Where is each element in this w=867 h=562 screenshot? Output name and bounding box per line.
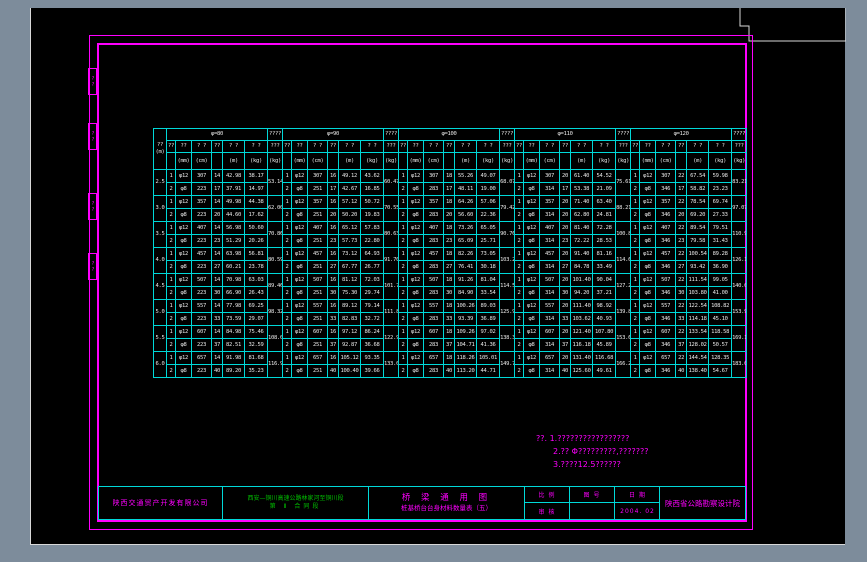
table-header-row: ????? ???? ?? ????????? ???? ?? ????????… xyxy=(154,140,748,153)
project-line1: 西安—铜川高速公路林家河至铜川段 xyxy=(247,495,344,502)
material-table-wrap: ?? (m) φ=80???? φ=90???? φ=100???? φ=110???? φ… xyxy=(153,128,748,378)
project-line2: 第 Ⅱ 合同段 xyxy=(269,503,322,510)
sheet-label: 图 号 xyxy=(570,487,615,503)
table-row: 5.0 1 φ12 557 14 77.98 69.25 98.32 1 φ12 557 16 89.1… xyxy=(153,299,748,326)
drawing-type: 桥 梁 通 用 图 xyxy=(401,493,492,503)
table-row: 4.5 1 φ12 507 14 70.98 63.03 89.46 1 φ12 507 16 81.1… xyxy=(153,273,748,300)
margin-tab: ?? xyxy=(88,123,97,150)
table-row: 5.51φ126071484.9875.46108.051φ126071697.… xyxy=(153,325,748,352)
note-line: ??. 1.????????????????? xyxy=(536,434,630,443)
table-row: 2 φ8 223 27 60.21 23.78 2 φ8 251 27 67.77 26.77 2 φ8 2… xyxy=(154,260,747,274)
table-row: 2 φ8 223 37 82.51 32.59 2 φ8 251 37 92.87 36.68 2 φ8 2… xyxy=(154,338,747,352)
table-row: 6.01φ126571491.9881.68116.911φ1265716105… xyxy=(153,351,748,378)
table-row: 2.5 1 φ12 307 14 42.98 38.17 53.14 1 φ12 307 16 49.1… xyxy=(153,169,748,196)
margin-tab: ?? xyxy=(88,68,97,95)
margin-tab: ?? xyxy=(88,253,97,280)
margin-tab: ?? xyxy=(88,193,97,220)
table-row: 3.0 1 φ12 357 14 49.98 44.38 62.00 1 φ12 357 16 57.1… xyxy=(153,195,748,222)
project-name: 西安—铜川高速公路林家河至铜川段 第 Ⅱ 合同段 xyxy=(223,487,369,519)
drawing-sheet-title: 桩基桥台台身材料数量表（五） xyxy=(401,504,492,512)
date-value: 2004. 02 xyxy=(620,507,655,515)
blank-field xyxy=(570,503,615,519)
title-fields: 比 例 图 号 日 期 审 核 2004. 02 xyxy=(525,487,660,519)
drawing-canvas[interactable]: ?? ?? ?? ?? ?? (m) φ=80???? φ=90???? φ=100??… xyxy=(30,8,846,545)
material-table: ?? (m) φ=80???? φ=90???? φ=100???? φ=110???? φ… xyxy=(153,128,748,378)
company-name: 陕西交通贸产开发有限公司 xyxy=(99,487,223,519)
institute-name: 陕西省公路勘察设计院 xyxy=(665,498,740,508)
date-label: 日 期 xyxy=(615,487,659,503)
table-row: 2 φ8 223 30 66.90 26.43 2 φ8 251 30 75.30 29.74 2 φ8 2… xyxy=(154,286,747,300)
cad-viewer-screen: ?? ?? ?? ?? ?? (m) φ=80???? φ=90???? φ=100??… xyxy=(0,0,867,562)
check-label: 审 核 xyxy=(525,503,570,519)
note-line: 2.?? Φ?????????,??????? xyxy=(553,447,649,456)
table-row: 2 φ8 223 17 37.91 14.97 2 φ8 251 17 42.67 16.85 2 φ8 2… xyxy=(154,182,747,196)
table-row: 2 φ8 223 20 44.60 17.62 2 φ8 251 20 50.20 19.83 2 φ8 2… xyxy=(154,208,747,222)
title-block: 陕西交通贸产开发有限公司 西安—铜川高速公路林家河至铜川段 第 Ⅱ 合同段 桥 … xyxy=(98,486,746,520)
table-row: 3.5 1 φ12 407 14 56.98 50.60 70.86 1 φ12 407 16 65.1… xyxy=(153,221,748,248)
table-row: 4.0 1 φ12 457 14 63.98 56.81 80.59 1 φ12 457 16 73.1… xyxy=(153,247,748,274)
table-header-row: ?? (m) φ=80???? φ=90???? φ=100???? φ=110???? φ… xyxy=(153,128,748,170)
table-row: 2 φ8 223 33 73.59 29.07 2 φ8 251 33 82.83 32.72 2 φ8 2… xyxy=(154,312,747,326)
table-row: 2 φ8 223 40 89.20 35.23 2 φ8 251 40 100.40 39.66 2 φ8… xyxy=(154,364,747,378)
scale-label: 比 例 xyxy=(525,487,570,503)
note-line: 3.????12.5?????? xyxy=(553,460,621,469)
table-row: 2 φ8 223 23 51.29 20.26 2 φ8 251 23 57.73 22.80 2 φ8 2… xyxy=(154,234,747,248)
drawing-notes: ??. 1.????????????????? 2.?? Φ?????????,… xyxy=(536,432,648,471)
drawing-title: 桥 梁 通 用 图 桩基桥台台身材料数量表（五） xyxy=(369,487,525,519)
table-header-row: (mm) (cm) (m) (kg) (kg) (mm) (cm) (m) (kg) (kg) (m… xyxy=(154,152,748,170)
